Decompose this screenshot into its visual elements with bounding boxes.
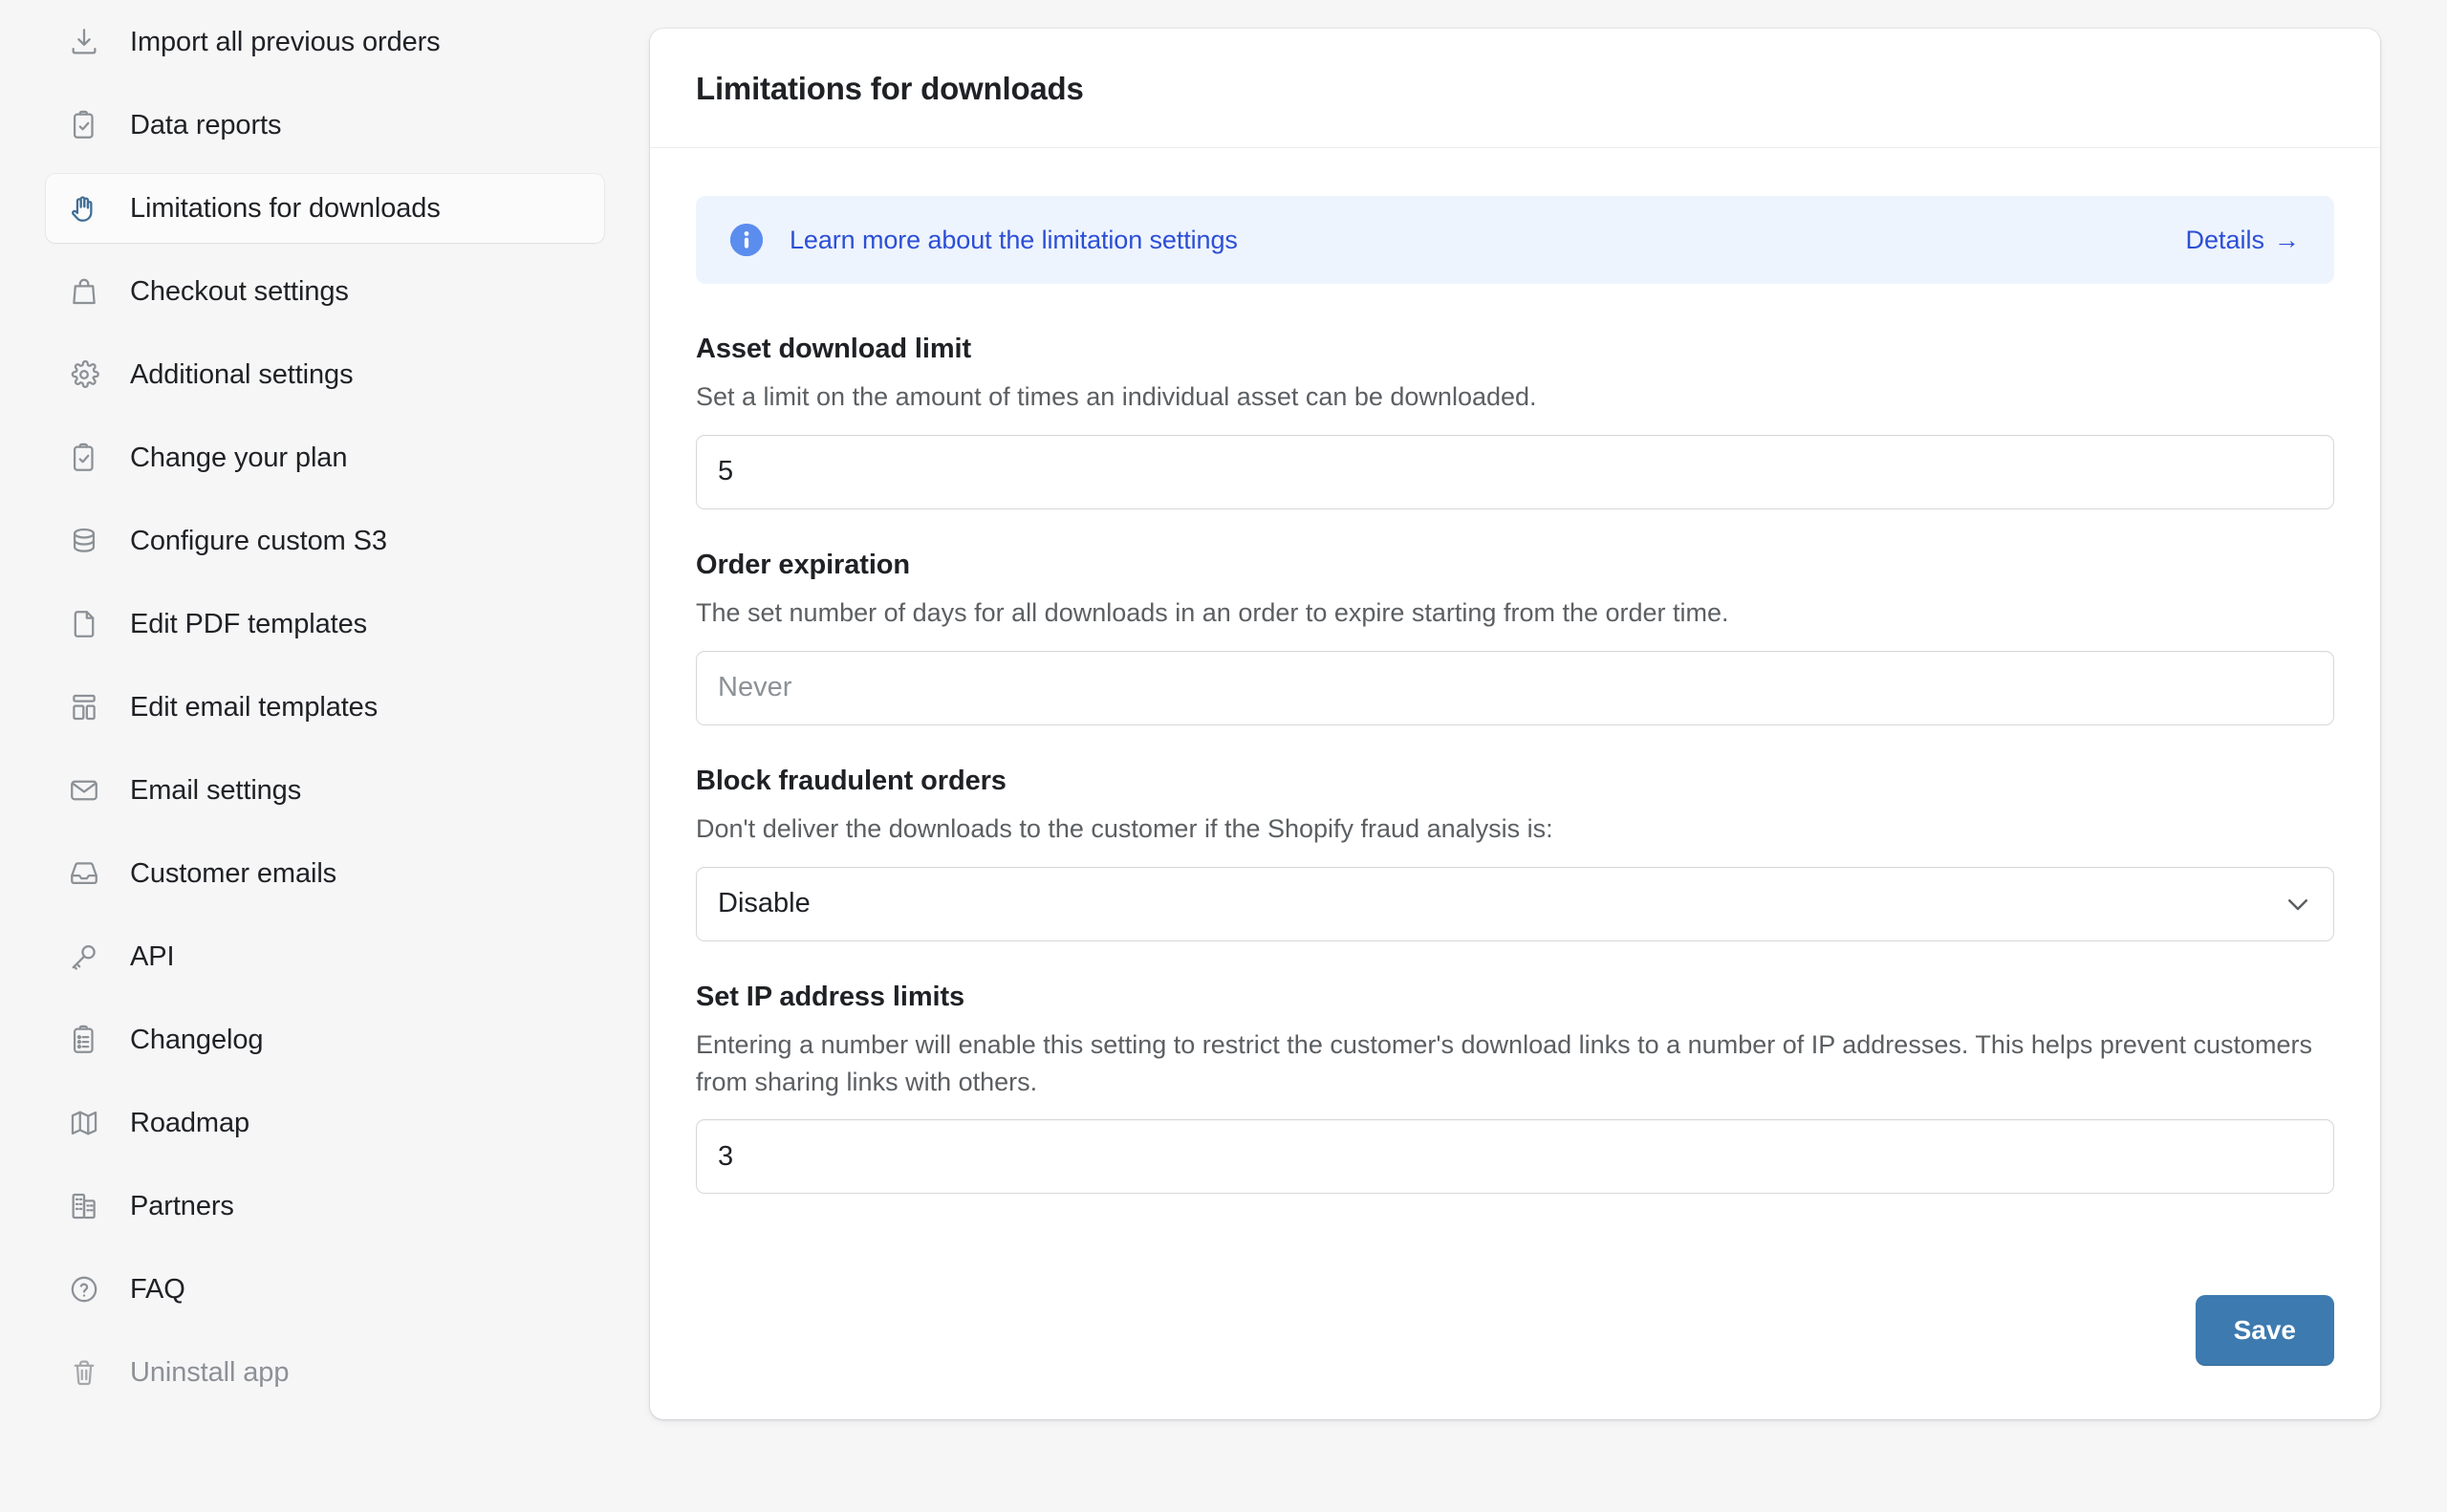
layout-icon (67, 690, 101, 724)
sidebar-item-label: Roadmap (130, 1110, 249, 1137)
sidebar-item-data-reports[interactable]: Data reports (46, 91, 604, 160)
sidebar-item-label: FAQ (130, 1276, 185, 1304)
field-label: Set IP address limits (696, 982, 2334, 1013)
main-content: Limitations for downloads Learn more abo… (650, 0, 2447, 1512)
card-header: Limitations for downloads (650, 29, 2380, 148)
inbox-icon (67, 856, 101, 891)
sidebar-item-label: Changelog (130, 1026, 263, 1054)
sidebar-item-label: Limitations for downloads (130, 195, 441, 223)
key-icon (67, 940, 101, 974)
sidebar-item-change-your-plan[interactable]: Change your plan (46, 423, 604, 492)
bag-icon (67, 274, 101, 309)
sidebar-item-label: Customer emails (130, 860, 336, 888)
question-circle-icon (67, 1272, 101, 1307)
field-label: Block fraudulent orders (696, 766, 2334, 797)
sidebar-item-partners[interactable]: Partners (46, 1172, 604, 1241)
field-order-expiration: Order expiration The set number of days … (696, 550, 2334, 725)
field-help-text: Set a limit on the amount of times an in… (696, 378, 2334, 416)
field-help-text: Don't deliver the downloads to the custo… (696, 810, 2334, 848)
building-icon (67, 1189, 101, 1223)
sidebar-item-faq[interactable]: FAQ (46, 1255, 604, 1324)
field-ip-address-limits: Set IP address limits Entering a number … (696, 982, 2334, 1195)
field-help-text: The set number of days for all downloads… (696, 594, 2334, 632)
map-icon (67, 1106, 101, 1140)
page-title: Limitations for downloads (696, 71, 2334, 107)
save-button[interactable]: Save (2196, 1295, 2334, 1366)
envelope-icon (67, 773, 101, 808)
trash-icon (67, 1355, 101, 1390)
sidebar-item-api[interactable]: API (46, 922, 604, 991)
database-icon (67, 524, 101, 558)
arrow-right-icon: → (2274, 227, 2300, 253)
sidebar-item-edit-email-templates[interactable]: Edit email templates (46, 673, 604, 742)
asset-download-limit-input[interactable]: 5 (696, 435, 2334, 509)
fraud-analysis-selected-value: Disable (718, 888, 811, 919)
clipboard-check-icon (67, 441, 101, 475)
sidebar-item-label: Checkout settings (130, 278, 349, 306)
sidebar: Import all previous orders Data reports Li… (0, 0, 650, 1512)
sidebar-item-checkout-settings[interactable]: Checkout settings (46, 257, 604, 326)
banner-details-label: Details (2185, 226, 2264, 255)
gear-icon (67, 357, 101, 392)
sidebar-item-changelog[interactable]: Changelog (46, 1005, 604, 1074)
sidebar-item-email-settings[interactable]: Email settings (46, 756, 604, 825)
sidebar-item-edit-pdf-templates[interactable]: Edit PDF templates (46, 590, 604, 659)
sidebar-item-label: Uninstall app (130, 1359, 289, 1387)
order-expiration-input[interactable]: Never (696, 651, 2334, 725)
ip-address-limit-input[interactable]: 3 (696, 1119, 2334, 1194)
sidebar-item-label: API (130, 943, 174, 971)
field-label: Order expiration (696, 550, 2334, 581)
sidebar-item-label: Configure custom S3 (130, 528, 387, 555)
card-footer: Save (650, 1240, 2380, 1419)
info-icon (730, 224, 763, 256)
banner-details-link[interactable]: Details → (2185, 226, 2300, 255)
app-root: Import all previous orders Data reports Li… (0, 0, 2447, 1512)
sidebar-item-label: Change your plan (130, 444, 347, 472)
sidebar-item-label: Data reports (130, 112, 281, 140)
card-body: Learn more about the limitation settings… (650, 148, 2380, 1240)
sidebar-item-label: Email settings (130, 777, 301, 805)
sidebar-item-label: Partners (130, 1193, 234, 1220)
info-banner: Learn more about the limitation settings… (696, 196, 2334, 284)
clipboard-check-icon (67, 108, 101, 142)
sidebar-item-uninstall-app[interactable]: Uninstall app (46, 1338, 604, 1407)
sidebar-item-label: Edit PDF templates (130, 611, 367, 638)
field-block-fraudulent-orders: Block fraudulent orders Don't deliver th… (696, 766, 2334, 941)
sidebar-item-limitations-for-downloads[interactable]: Limitations for downloads (46, 174, 604, 243)
clipboard-list-icon (67, 1023, 101, 1057)
hand-icon (67, 191, 101, 226)
field-label: Asset download limit (696, 334, 2334, 365)
sidebar-item-label: Edit email templates (130, 694, 378, 722)
sidebar-item-import-all-previous-orders[interactable]: Import all previous orders (46, 8, 604, 76)
chevron-down-icon (2284, 890, 2312, 918)
page-icon (67, 607, 101, 641)
sidebar-item-label: Additional settings (130, 361, 353, 389)
fraud-analysis-select[interactable]: Disable (696, 867, 2334, 941)
sidebar-item-configure-custom-s3[interactable]: Configure custom S3 (46, 507, 604, 575)
banner-message: Learn more about the limitation settings (790, 226, 2185, 255)
sidebar-item-additional-settings[interactable]: Additional settings (46, 340, 604, 409)
sidebar-item-label: Import all previous orders (130, 29, 441, 56)
field-help-text: Entering a number will enable this setti… (696, 1026, 2334, 1101)
sidebar-item-customer-emails[interactable]: Customer emails (46, 839, 604, 908)
settings-card: Limitations for downloads Learn more abo… (650, 29, 2380, 1419)
download-icon (67, 25, 101, 59)
sidebar-item-roadmap[interactable]: Roadmap (46, 1089, 604, 1157)
field-asset-download-limit: Asset download limit Set a limit on the … (696, 334, 2334, 509)
